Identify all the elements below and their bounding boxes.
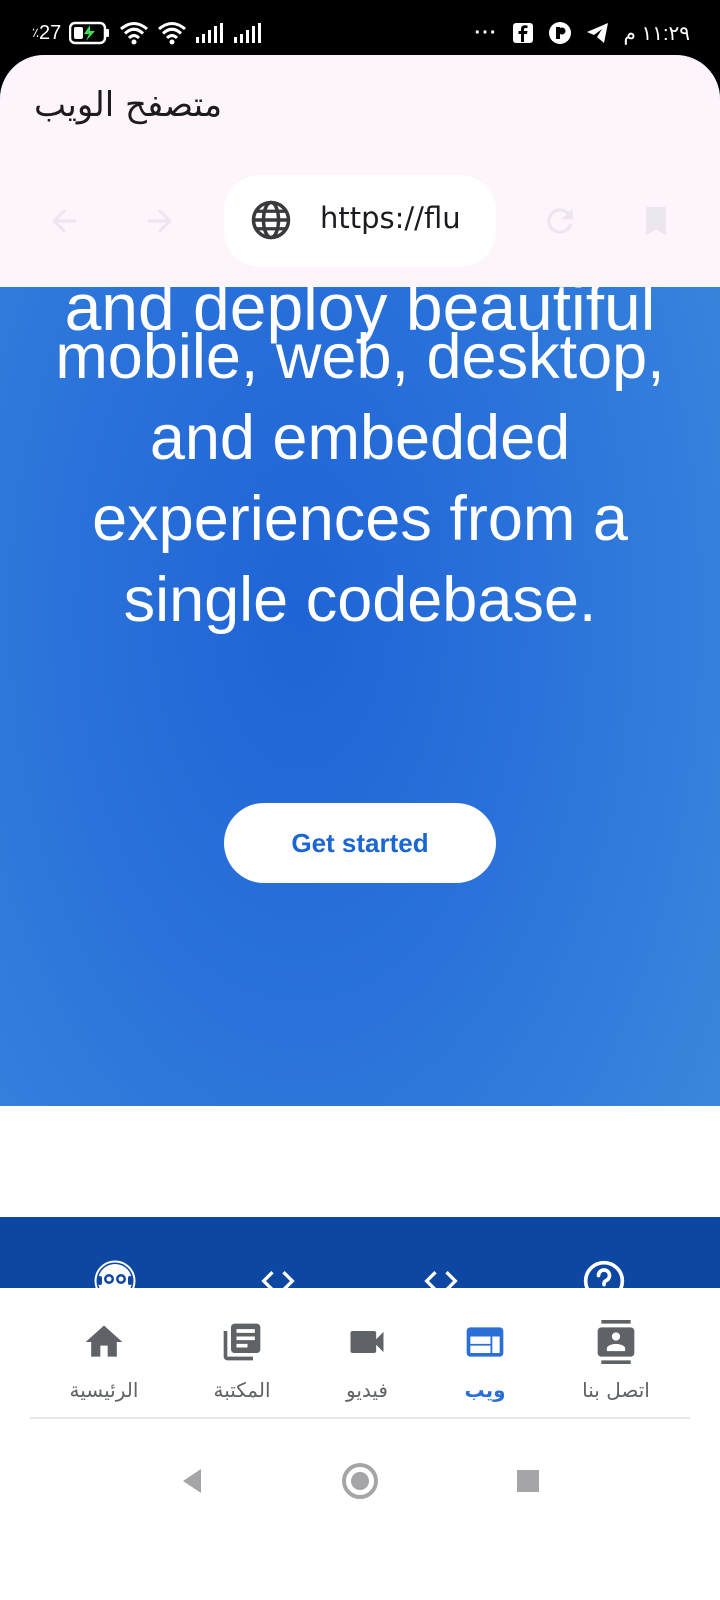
telegram-icon	[586, 22, 610, 44]
nav-label-web: ويب	[464, 1378, 506, 1402]
triangle-back-icon	[183, 1469, 201, 1493]
video-icon	[307, 1318, 427, 1366]
nav-label-contact: اتصل بنا	[582, 1378, 650, 1402]
nav-label-video: فيديو	[346, 1378, 388, 1402]
status-right: ··· ١١:٢٩ م	[475, 18, 690, 48]
system-back-button[interactable]	[168, 1457, 216, 1505]
nav-item-contact[interactable]: اتصل بنا	[556, 1318, 676, 1402]
nav-item-video[interactable]: فيديو	[307, 1318, 427, 1402]
page-title: متصفح الويب	[34, 85, 223, 125]
nav-item-home[interactable]: الرئيسية	[44, 1318, 164, 1402]
reload-button[interactable]	[536, 197, 584, 245]
app-sheet: and deploy beautiful mobile, web, deskto…	[0, 55, 720, 1600]
refresh-icon	[547, 208, 573, 234]
hero-headline: mobile, web, desktop, and embedded exper…	[55, 322, 665, 635]
arrow-back-icon	[52, 209, 76, 233]
bookmark-icon	[646, 206, 666, 236]
browser-app-bar: متصفح الويب	[0, 55, 720, 287]
circle-home-icon	[342, 1463, 378, 1499]
wifi-icon	[119, 21, 149, 45]
battery-percent-sign: ٪	[32, 25, 39, 40]
system-recents-button[interactable]	[504, 1457, 552, 1505]
signal-2-icon	[233, 22, 263, 44]
app-notification-icon	[548, 21, 572, 45]
status-bar: ٪ 27 ··· ١١:٢٩ م	[0, 0, 720, 62]
facebook-icon	[512, 22, 534, 44]
nav-label-home: الرئيسية	[69, 1378, 139, 1402]
arrow-forward-icon	[148, 209, 172, 233]
get-started-button[interactable]: Get started	[224, 803, 496, 883]
nav-item-web[interactable]: ويب	[425, 1318, 545, 1402]
contact-icon	[556, 1318, 676, 1366]
nav-item-library[interactable]: المكتبة	[182, 1318, 302, 1402]
system-navigation-bar	[0, 1419, 720, 1545]
battery-charging-icon	[69, 21, 111, 45]
globe-icon	[250, 199, 292, 245]
more-notifications-dots: ···	[474, 21, 498, 44]
web-icon	[425, 1318, 545, 1366]
back-button[interactable]	[40, 197, 88, 245]
url-bar[interactable]	[224, 175, 496, 267]
library-icon	[182, 1318, 302, 1366]
nav-label-library: المكتبة	[213, 1378, 271, 1402]
battery-percent: 27	[38, 21, 62, 44]
bookmark-button[interactable]	[632, 197, 680, 245]
system-home-button[interactable]	[336, 1457, 384, 1505]
url-input[interactable]	[320, 195, 470, 241]
forward-button[interactable]	[136, 197, 184, 245]
wifi-2-icon	[157, 21, 187, 45]
square-recents-icon	[517, 1470, 539, 1492]
clock: ١١:٢٩ م	[623, 22, 690, 45]
home-icon	[44, 1318, 164, 1366]
signal-icon	[195, 22, 225, 44]
status-left: ٪ 27	[32, 18, 263, 48]
